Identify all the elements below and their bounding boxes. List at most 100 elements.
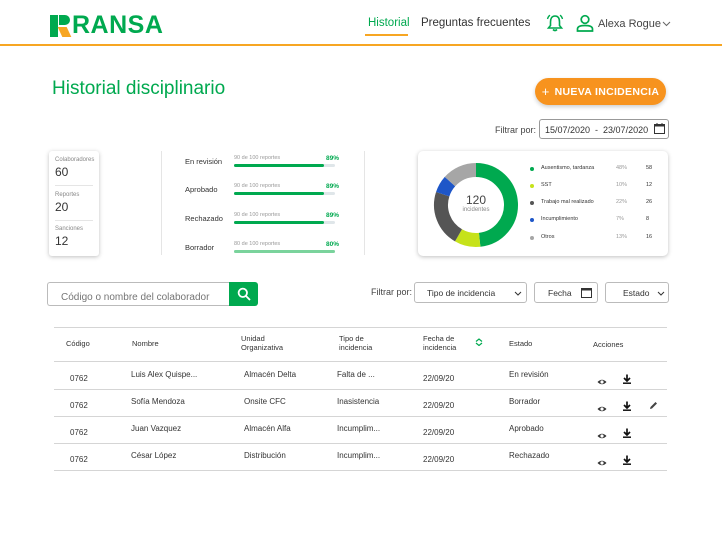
cell-date: 22/09/20 <box>423 428 455 437</box>
eye-icon[interactable] <box>597 455 607 466</box>
progress-percent: 80% <box>326 241 340 248</box>
cell-date: 22/09/20 <box>423 455 455 464</box>
nav-historial[interactable]: Historial <box>368 17 410 29</box>
cell-unit: Almacén Delta <box>244 370 297 379</box>
stat-reportes: Reportes 20 <box>55 192 80 214</box>
download-icon[interactable] <box>622 398 632 411</box>
sort-icon[interactable] <box>475 338 483 346</box>
bell-icon[interactable] <box>546 14 564 32</box>
edit-icon[interactable] <box>648 398 658 409</box>
header-fecha[interactable]: Fecha de incidencia <box>423 334 456 352</box>
search-icon <box>237 287 251 301</box>
download-icon[interactable] <box>622 452 632 465</box>
date-range-picker[interactable]: 15/07/2020 - 23/07/2020 <box>539 119 669 139</box>
header-unidad[interactable]: Unidad Organizativa <box>241 334 283 352</box>
divider <box>161 151 162 255</box>
legend-percent: 10% <box>616 182 628 188</box>
progress-label: Aprobado <box>185 185 218 194</box>
legend-name: Otros <box>541 234 555 240</box>
download-icon[interactable] <box>622 425 632 438</box>
cell-code: 0762 <box>70 428 88 437</box>
progress-bar-fill <box>234 192 324 195</box>
legend-percent: 48% <box>616 165 628 171</box>
progress-label: Borrador <box>185 243 215 252</box>
table-header-border <box>54 361 667 362</box>
calendar-icon[interactable] <box>654 123 665 134</box>
progress-bar-fill <box>234 164 324 167</box>
cell-type: Incumplim... <box>337 424 381 433</box>
cell-status: Borrador <box>509 397 541 406</box>
legend-name: Trabajo mal realizado <box>541 199 594 205</box>
search-button[interactable] <box>229 282 258 306</box>
new-incident-button[interactable]: + NUEVA INCIDENCIA <box>535 78 666 105</box>
row-divider <box>54 389 667 390</box>
legend-dot <box>530 218 534 222</box>
date-filter-value: Fecha <box>548 288 572 298</box>
progress-bar <box>234 221 335 224</box>
cell-date: 22/09/20 <box>423 374 455 383</box>
header-tipo[interactable]: Tipo de incidencia <box>339 334 372 352</box>
ransa-logo[interactable]: RANSA <box>50 11 163 40</box>
cell-name: Luis Alex Quispe... <box>131 370 198 379</box>
progress-detail: 90 de 100 reportes <box>234 155 281 161</box>
eye-icon[interactable] <box>597 401 607 412</box>
status-filter-value: Estado <box>623 288 650 298</box>
legend-percent: 7% <box>616 216 624 222</box>
nav-preguntas-frecuentes[interactable]: Preguntas frecuentes <box>421 17 530 29</box>
eye-icon[interactable] <box>597 374 607 385</box>
status-filter[interactable]: Estado <box>605 282 669 303</box>
row-divider <box>54 443 667 444</box>
legend-dot <box>530 201 534 205</box>
legend-count: 12 <box>646 182 653 188</box>
cell-name: Sofía Mendoza <box>131 397 185 406</box>
top-bar: RANSA Historial Preguntas frecuentes Ale… <box>0 0 722 46</box>
legend-name: Incumplimiento <box>541 216 578 222</box>
date-filter-label: Filtrar por: <box>495 125 537 135</box>
chevron-down-icon <box>657 291 665 296</box>
plus-icon: + <box>541 84 550 99</box>
user-icon[interactable] <box>576 14 594 32</box>
page-title: Historial disciplinario <box>52 78 226 99</box>
donut-total-label: incidentes <box>462 207 490 213</box>
progress-bar <box>234 164 335 167</box>
search-input[interactable] <box>47 282 229 306</box>
legend-dot <box>530 167 534 171</box>
legend-percent: 22% <box>616 199 628 205</box>
legend-count: 8 <box>646 216 650 222</box>
date-filter[interactable]: Fecha <box>534 282 598 303</box>
cell-name: César López <box>131 451 177 460</box>
legend-percent: 13% <box>616 234 628 240</box>
progress-label: Rechazado <box>185 214 223 223</box>
progress-detail: 90 de 100 reportes <box>234 212 281 218</box>
row-divider <box>54 416 667 417</box>
legend-dot <box>530 236 534 240</box>
header-estado[interactable]: Estado <box>509 339 532 348</box>
user-name[interactable]: Alexa Rogue <box>598 18 661 30</box>
legend-count: 58 <box>646 165 653 171</box>
donut-slice <box>436 176 456 197</box>
cell-unit: Onsite CFC <box>244 397 286 406</box>
donut-total: 120 <box>465 193 487 207</box>
cell-status: En revisión <box>509 370 549 379</box>
eye-icon[interactable] <box>597 428 607 439</box>
chevron-down-icon[interactable] <box>662 21 671 27</box>
cell-unit: Distribución <box>244 451 286 460</box>
cell-status: Rechazado <box>509 451 550 460</box>
legend-name: SST <box>541 182 552 188</box>
progress-percent: 89% <box>326 183 340 190</box>
chevron-down-icon <box>514 291 522 296</box>
divider <box>364 151 365 255</box>
cell-date: 22/09/20 <box>423 401 455 410</box>
date-range-value: 15/07/2020 - 23/07/2020 <box>545 125 649 135</box>
cell-type: Inasistencia <box>337 397 380 406</box>
header-codigo[interactable]: Código <box>66 339 90 348</box>
header-nombre[interactable]: Nombre <box>132 339 159 348</box>
progress-bar-fill <box>234 250 335 253</box>
cell-name: Juan Vazquez <box>131 424 182 433</box>
incident-type-select[interactable]: Tipo de incidencia <box>414 282 527 303</box>
cell-code: 0762 <box>70 401 88 410</box>
legend-count: 26 <box>646 199 653 205</box>
stat-colaboradores: Colaboradores 60 <box>55 157 95 179</box>
download-icon[interactable] <box>622 371 632 384</box>
progress-bar <box>234 250 335 253</box>
